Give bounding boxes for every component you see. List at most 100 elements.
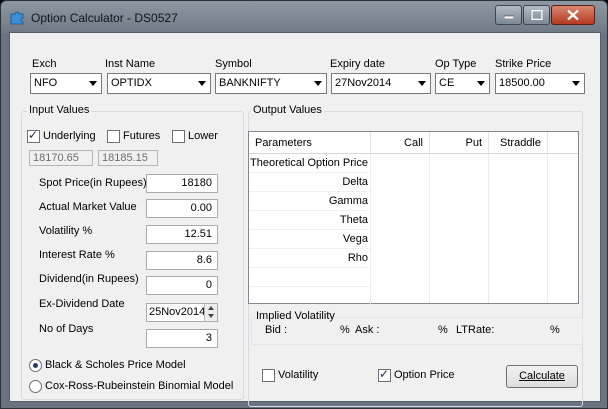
table-row-empty xyxy=(249,287,371,306)
ask-unit: % xyxy=(438,324,448,336)
volatility-checkbox-label: Volatility xyxy=(278,369,319,381)
inst-name-label: Inst Name xyxy=(105,58,156,70)
close-icon xyxy=(567,9,579,21)
interest-rate-input[interactable]: 8.6 xyxy=(146,251,218,270)
chevron-down-icon xyxy=(198,81,206,86)
ex-dividend-date-label: Ex-Dividend Date xyxy=(39,298,125,310)
ex-dividend-date-value: 25Nov2014 xyxy=(149,306,206,318)
lower-label: Lower xyxy=(188,130,218,142)
option-price-checkbox[interactable]: ✓ xyxy=(378,367,391,382)
output-values-table[interactable]: Parameters Call Put Straddle Theoretical… xyxy=(248,131,579,306)
op-type-select[interactable]: CE xyxy=(435,73,490,94)
check-icon: ✓ xyxy=(28,128,39,142)
symbol-label: Symbol xyxy=(215,58,252,70)
calculate-label: Calculate xyxy=(519,370,565,382)
exch-label: Exch xyxy=(32,58,57,70)
spin-down-icon xyxy=(208,314,214,318)
radio-selected-icon xyxy=(33,363,38,368)
minimize-button[interactable] xyxy=(495,5,522,25)
bid-label: Bid : xyxy=(265,324,288,336)
column-divider xyxy=(488,154,489,303)
chevron-down-icon xyxy=(89,81,97,86)
minimize-icon xyxy=(503,15,514,19)
ltrate-unit: % xyxy=(550,324,560,336)
dividend-label: Dividend(in Rupees) xyxy=(39,273,139,285)
column-header-put[interactable]: Put xyxy=(430,132,489,154)
strike-price-label: Strike Price xyxy=(495,58,552,70)
crr-radio[interactable] xyxy=(29,380,42,393)
ltrate-label: LTRate: xyxy=(456,324,495,336)
expiry-date-label: Expiry date xyxy=(330,58,386,70)
exch-value: NFO xyxy=(34,77,58,89)
crr-label: Cox-Ross-Rubeinstein Binomial Model xyxy=(45,380,234,392)
futures-checkbox[interactable] xyxy=(107,130,120,143)
column-header-parameters[interactable]: Parameters xyxy=(249,132,371,154)
bid-unit: % xyxy=(340,324,350,336)
table-row-param: Theta xyxy=(249,211,371,230)
spot-price-label: Spot Price(in Rupees) xyxy=(39,177,147,189)
strike-price-value: 18500.00 xyxy=(499,77,545,89)
date-spinner[interactable] xyxy=(204,304,217,321)
column-header-filler xyxy=(548,132,578,154)
column-divider xyxy=(547,154,548,303)
table-row-param: Rho xyxy=(249,249,371,268)
column-header-call[interactable]: Call xyxy=(371,132,430,154)
black-scholes-radio[interactable] xyxy=(29,359,42,372)
chevron-down-icon xyxy=(572,81,580,86)
underlying-label: Underlying xyxy=(43,130,96,142)
maximize-button[interactable] xyxy=(523,5,550,25)
actual-market-value-label: Actual Market Value xyxy=(39,201,137,213)
expiry-date-select[interactable]: 27Nov2014 xyxy=(331,73,431,94)
chevron-down-icon xyxy=(314,81,322,86)
symbol-value: BANKNIFTY xyxy=(219,77,281,89)
volatility-input[interactable]: 12.51 xyxy=(146,225,218,244)
strike-price-select[interactable]: 18500.00 xyxy=(495,73,585,94)
underlying-price-b: 18185.15 xyxy=(98,150,158,166)
ex-dividend-date-picker[interactable]: 25Nov2014 xyxy=(146,303,218,322)
puzzle-icon xyxy=(10,11,24,25)
table-row-param: Vega xyxy=(249,230,371,249)
symbol-select[interactable]: BANKNIFTY xyxy=(215,73,327,94)
ask-label: Ask : xyxy=(355,324,380,336)
lower-checkbox[interactable] xyxy=(172,130,185,143)
op-type-label: Op Type xyxy=(435,58,477,70)
underlying-checkbox[interactable]: ✓ xyxy=(27,128,40,143)
column-header-straddle[interactable]: Straddle xyxy=(489,132,548,154)
table-row-param: Delta xyxy=(249,173,371,192)
option-calculator-window: Option Calculator - DS0527 Exch Inst Nam… xyxy=(0,0,608,409)
client-area: Exch Inst Name Symbol Expiry date Op Typ… xyxy=(9,32,601,407)
no-of-days-label: No of Days xyxy=(39,323,94,335)
maximize-icon xyxy=(531,10,542,20)
inst-name-value: OPTIDX xyxy=(111,77,152,89)
expiry-date-value: 27Nov2014 xyxy=(335,77,392,89)
table-row-param: Gamma xyxy=(249,192,371,211)
volatility-label: Volatility % xyxy=(39,225,93,237)
underlying-price-a: 18170.65 xyxy=(29,150,93,166)
volatility-checkbox[interactable] xyxy=(262,369,275,382)
chevron-down-icon xyxy=(477,81,485,86)
check-icon: ✓ xyxy=(379,367,390,381)
table-row-param: Theoretical Option Price xyxy=(249,154,371,173)
calculate-button[interactable]: Calculate xyxy=(506,365,578,388)
inst-name-select[interactable]: OPTIDX xyxy=(107,73,211,94)
futures-label: Futures xyxy=(123,130,161,142)
exch-select[interactable]: NFO xyxy=(30,73,102,94)
dividend-input[interactable]: 0 xyxy=(146,276,218,295)
implied-volatility-title: Implied Volatility xyxy=(256,310,335,322)
chevron-down-icon xyxy=(418,81,426,86)
spin-up-icon xyxy=(208,306,214,310)
actual-market-value-input[interactable]: 0.00 xyxy=(146,199,218,218)
input-values-title: Input Values xyxy=(27,104,92,116)
close-button[interactable] xyxy=(551,5,595,25)
interest-rate-label: Interest Rate % xyxy=(39,249,115,261)
no-of-days-input[interactable]: 3 xyxy=(146,329,218,348)
option-price-checkbox-label: Option Price xyxy=(394,369,455,381)
black-scholes-label: Black & Scholes Price Model xyxy=(45,359,186,371)
table-row-empty xyxy=(249,268,371,287)
spot-price-input[interactable]: 18180 xyxy=(146,174,218,193)
output-values-title: Output Values xyxy=(251,104,324,116)
column-divider xyxy=(429,154,430,303)
title-bar[interactable]: Option Calculator - DS0527 xyxy=(1,1,607,33)
window-title: Option Calculator - DS0527 xyxy=(31,11,178,25)
op-type-value: CE xyxy=(439,77,455,89)
